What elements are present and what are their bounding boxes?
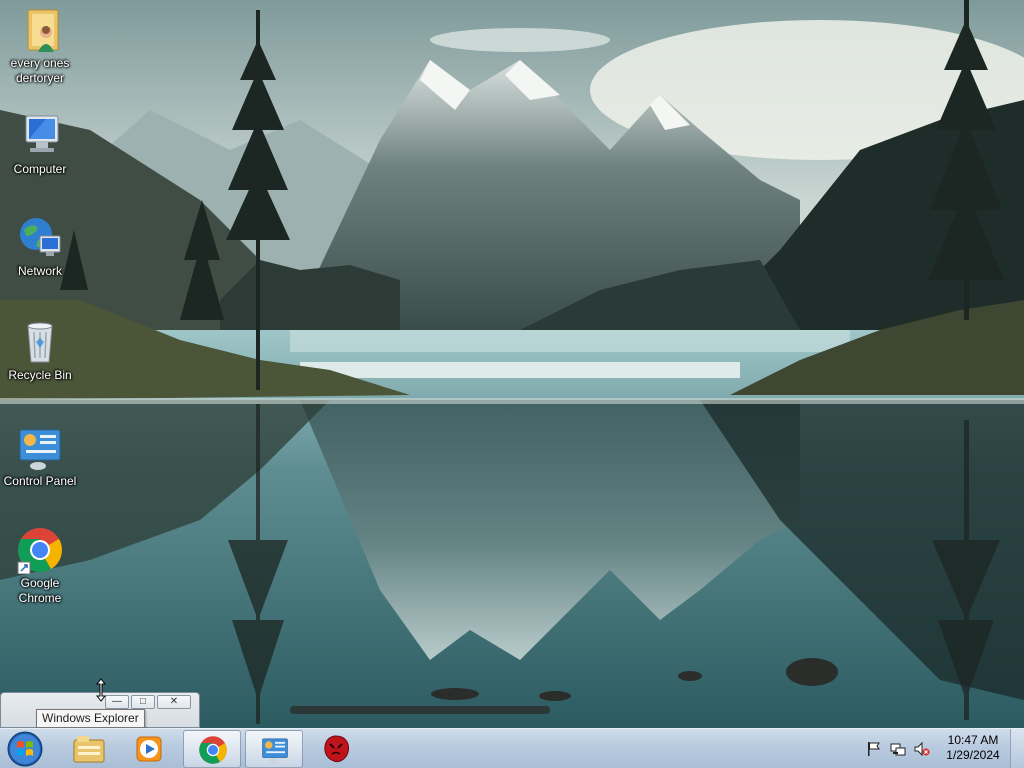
control-panel-icon: [262, 738, 288, 764]
network-status-icon[interactable]: [890, 741, 906, 757]
desktop-icon-label: Computer: [13, 162, 67, 176]
chrome-icon: [16, 526, 64, 575]
network-icon: [16, 214, 64, 262]
desktop-icon-network[interactable]: Network: [0, 214, 80, 279]
file-explorer-icon: [73, 736, 105, 763]
desktop-icon-label: every ones dertoryer: [10, 56, 70, 85]
media-player-icon: [136, 736, 162, 762]
desktop-icon-computer[interactable]: Computer: [0, 112, 80, 177]
desktop-icon-label: Recycle Bin: [8, 368, 72, 382]
computer-icon: [16, 112, 64, 160]
taskbar-tooltip: Windows Explorer: [36, 709, 145, 728]
show-desktop-button[interactable]: [1010, 729, 1024, 768]
minimize-icon: —: [112, 696, 122, 707]
user-folder-icon: [16, 6, 64, 54]
close-button[interactable]: ✕: [157, 695, 191, 709]
taskbar-red-app[interactable]: [307, 730, 365, 768]
close-icon: ✕: [169, 696, 179, 707]
control-panel-icon: [16, 424, 64, 472]
desktop-icon-label: Network: [17, 264, 62, 278]
taskbar-media-player[interactable]: [120, 730, 178, 768]
resize-cursor-icon: [96, 678, 106, 702]
red-app-icon: [324, 735, 349, 763]
taskbar-clock[interactable]: 10:47 AM 1/29/2024: [940, 733, 1006, 763]
clock-time: 10:47 AM: [947, 733, 999, 747]
clock-date: 1/29/2024: [946, 748, 1000, 762]
windows-logo-icon: [7, 731, 43, 767]
minimize-button[interactable]: —: [105, 695, 129, 709]
maximize-button[interactable]: □: [131, 695, 155, 709]
maximize-icon: □: [139, 696, 147, 707]
action-center-flag-icon[interactable]: [866, 741, 882, 757]
taskbar-control-panel[interactable]: [245, 730, 303, 768]
recycle-bin-icon: [16, 318, 64, 366]
taskbar-file-explorer[interactable]: [60, 730, 118, 768]
taskbar-chrome[interactable]: [183, 730, 241, 768]
taskbar: 10:47 AM 1/29/2024: [0, 728, 1024, 768]
chrome-icon: [199, 736, 227, 764]
desktop-icon-recycle-bin[interactable]: Recycle Bin: [0, 318, 80, 383]
desktop-icon-chrome[interactable]: Google Chrome: [0, 526, 80, 606]
volume-muted-icon[interactable]: [914, 741, 930, 757]
start-button[interactable]: [5, 730, 45, 768]
desktop-icon-user-folder[interactable]: every ones dertoryer: [0, 6, 80, 86]
desktop-icon-label: Google Chrome: [18, 576, 62, 605]
desktop-icon-control-panel[interactable]: Control Panel: [0, 424, 80, 489]
desktop-icon-label: Control Panel: [3, 474, 77, 488]
desktop-wallpaper: [0, 0, 1024, 728]
